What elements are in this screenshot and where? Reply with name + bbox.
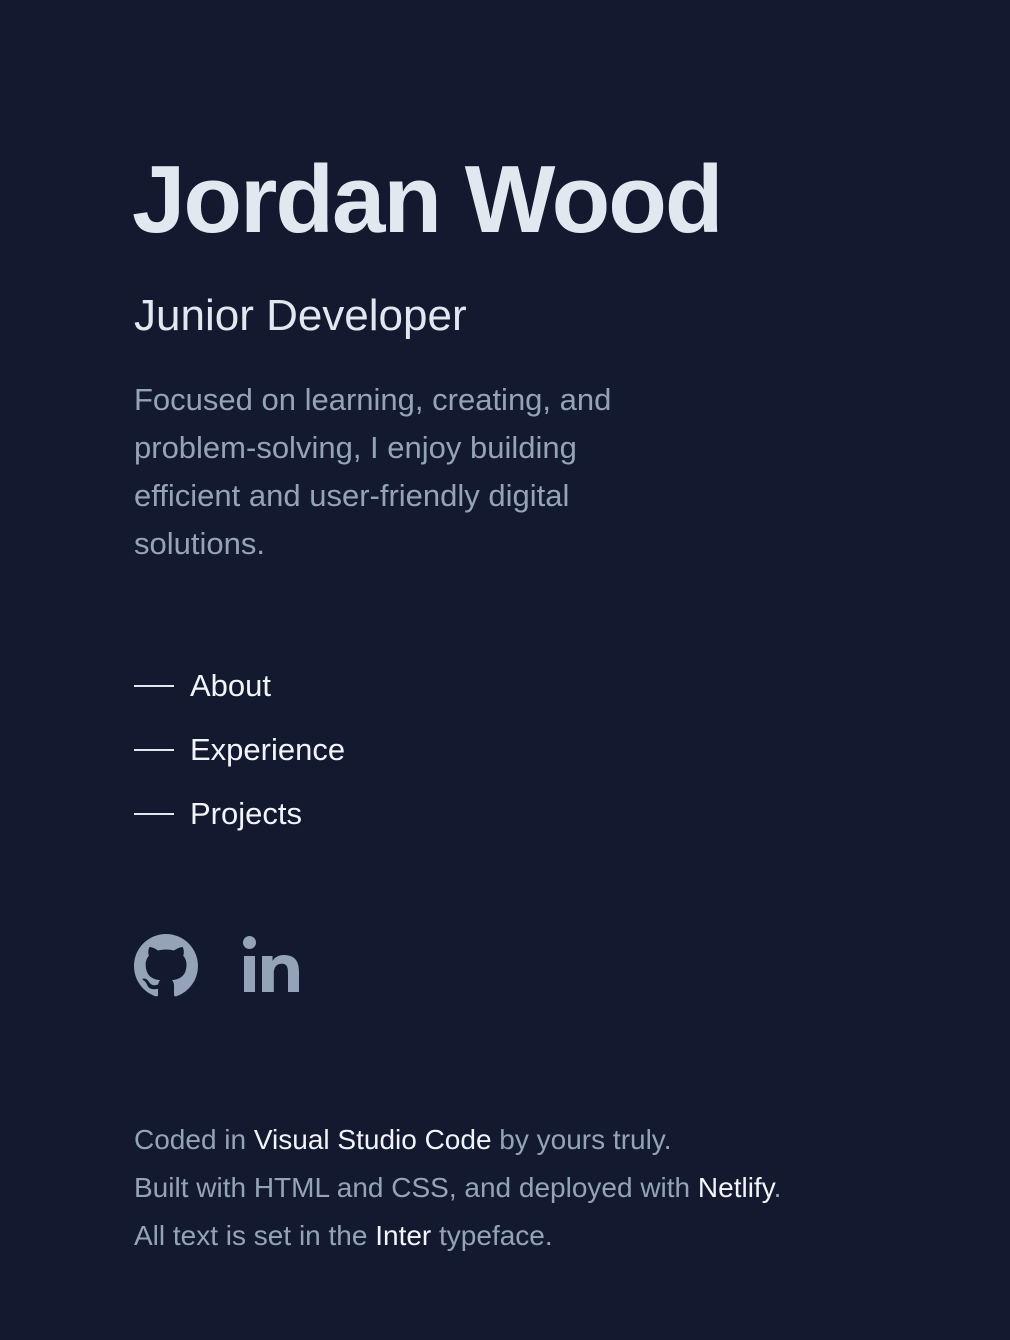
nav-item-label: About [190, 668, 272, 703]
page-title: Jordan Wood [132, 146, 724, 253]
footer-credits: Coded in Visual Studio Code by yours tru… [134, 1116, 894, 1260]
nav-item-about[interactable]: About [134, 662, 345, 710]
footer-text: typeface. [431, 1220, 553, 1251]
footer-text: Built with HTML and CSS, and deployed wi… [134, 1172, 698, 1203]
nav-item-projects[interactable]: Projects [134, 790, 345, 838]
footer-text: by yours truly. [491, 1124, 672, 1155]
vscode-link[interactable]: Visual Studio Code [254, 1124, 492, 1155]
netlify-link[interactable]: Netlify [698, 1172, 774, 1203]
github-icon[interactable] [134, 934, 198, 998]
footer-text: . [773, 1172, 782, 1203]
job-title: Junior Developer [134, 291, 467, 340]
nav-indicator-line [134, 813, 174, 815]
linkedin-icon[interactable] [242, 934, 306, 998]
nav-indicator-line [134, 749, 174, 751]
section-nav: About Experience Projects [134, 662, 345, 854]
nav-item-experience[interactable]: Experience [134, 726, 345, 774]
footer-text: Coded in [134, 1124, 254, 1155]
nav-indicator-line [134, 685, 174, 687]
nav-item-label: Projects [190, 796, 302, 831]
footer-line: All text is set in the Inter typeface. [134, 1212, 894, 1260]
tagline: Focused on learning, creating, and probl… [134, 382, 612, 561]
footer-line: Built with HTML and CSS, and deployed wi… [134, 1164, 894, 1212]
inter-link[interactable]: Inter [375, 1220, 431, 1251]
social-links [134, 934, 350, 998]
footer-text: All text is set in the [134, 1220, 376, 1251]
nav-item-label: Experience [190, 732, 346, 767]
footer-line: Coded in Visual Studio Code by yours tru… [134, 1116, 894, 1164]
